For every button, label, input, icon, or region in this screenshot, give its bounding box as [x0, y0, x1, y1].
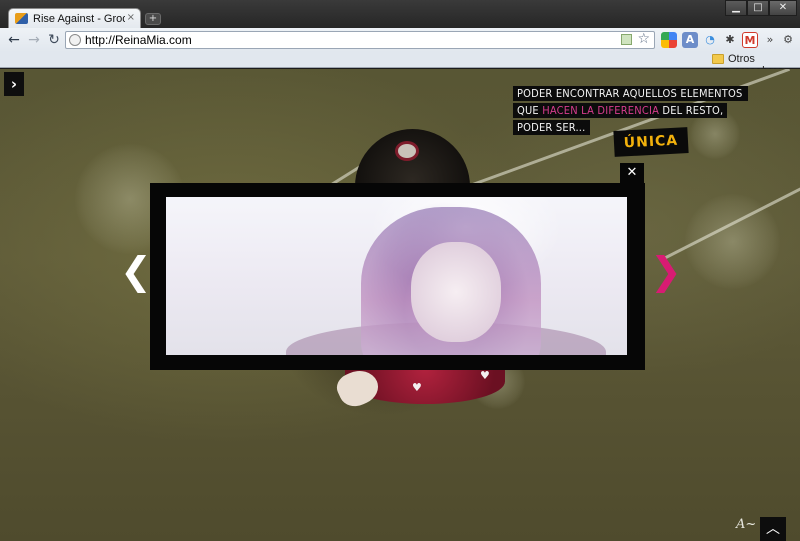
window-close-button[interactable]: ✕ [769, 0, 797, 16]
folder-icon[interactable] [712, 54, 724, 64]
menu-toggle-button[interactable]: › [4, 72, 24, 96]
gallery-prev-arrow-icon[interactable]: ❮ [120, 251, 152, 291]
new-tab-button[interactable]: + [145, 13, 161, 25]
heart-icon: ♥ [412, 381, 422, 394]
gmail-extension-icon[interactable]: M [742, 32, 758, 48]
address-bar[interactable]: http://ReinaMia.com ☆ [65, 31, 655, 49]
gallery-next-arrow-icon[interactable]: ❯ [650, 251, 682, 291]
forward-arrow-icon[interactable]: → [25, 31, 43, 49]
reload-icon[interactable]: ↻ [45, 31, 63, 49]
lightbox-close-button[interactable]: ✕ [620, 163, 644, 183]
web-page: ♥ ♥ › PODER ENCONTRAR AQUELLOS ELEMENTOS… [0, 69, 800, 541]
tagline-line-2-prefix: QUE [517, 104, 543, 117]
browser-titlebar: Rise Against - Grooveshark × + ▁ □ ✕ [0, 0, 800, 29]
tagline-line-2-suffix: DEL RESTO, [659, 104, 724, 117]
page-action-icon[interactable] [621, 34, 632, 45]
back-arrow-icon[interactable]: ← [5, 31, 23, 49]
scroll-to-top-button[interactable]: ︿ [760, 517, 786, 541]
translate-extension-icon[interactable]: A [682, 32, 698, 48]
tagline-emphasis: ÚNICA [613, 127, 689, 157]
bug-extension-icon[interactable]: ✱ [722, 32, 738, 48]
wrench-menu-icon[interactable]: ⚙ [780, 32, 796, 48]
maximize-button[interactable]: □ [747, 0, 769, 16]
browser-toolbar: ← → ↻ http://ReinaMia.com ☆ A ◔ ✱ M » ⚙ [0, 28, 800, 52]
grooveshark-favicon-icon [15, 13, 28, 24]
tab-title: Rise Against - Grooveshark [33, 13, 125, 25]
gallery-photo [166, 197, 627, 355]
url-text[interactable]: http://ReinaMia.com [85, 33, 192, 47]
more-extensions-icon[interactable]: » [762, 32, 778, 48]
page-globe-icon [69, 34, 81, 46]
wifi-extension-icon[interactable]: ◔ [702, 32, 718, 48]
bookmarks-bar: Otros marcadores [0, 52, 800, 77]
tagline-highlight: HACEN LA DIFERENCIA [542, 104, 660, 117]
heart-icon: ♥ [480, 369, 490, 382]
tagline-line-2: QUE HACEN LA DIFERENCIA DEL RESTO, [513, 103, 728, 118]
gallery-lightbox [150, 183, 645, 370]
tagline-line-3: PODER SER... [513, 120, 590, 135]
tab-close-icon[interactable]: × [127, 12, 135, 23]
minimize-button[interactable]: ▁ [725, 0, 747, 16]
artist-signature: A~ [736, 517, 757, 532]
google-extension-icon[interactable] [661, 32, 677, 48]
photo-face [411, 242, 501, 342]
bookmark-star-icon[interactable]: ☆ [637, 31, 650, 47]
hair-ornament [395, 141, 419, 161]
tagline-line-1: PODER ENCONTRAR AQUELLOS ELEMENTOS [513, 86, 748, 101]
browser-tab[interactable]: Rise Against - Grooveshark × [8, 8, 141, 29]
